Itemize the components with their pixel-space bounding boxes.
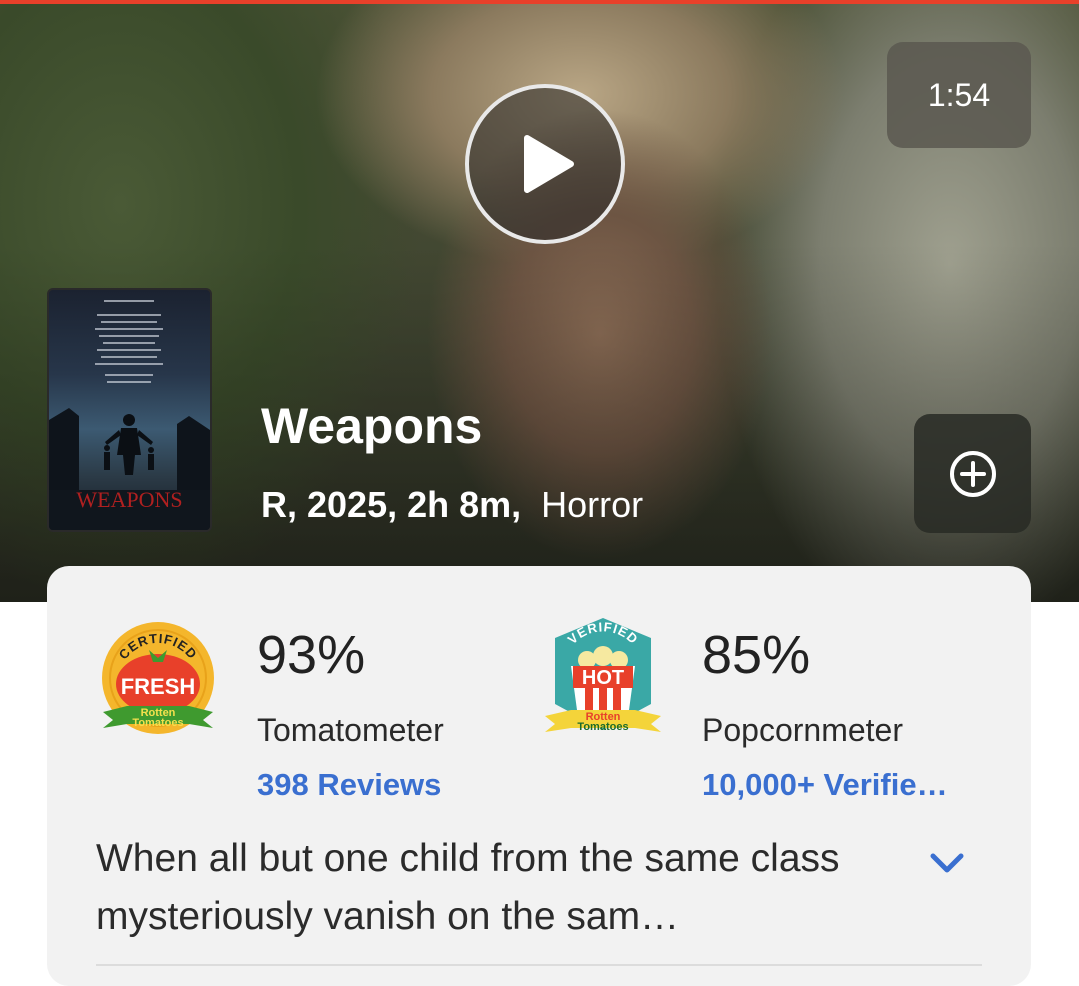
movie-poster[interactable]: WEAPONS [47,288,212,532]
popcornmeter-ratings-link[interactable]: 10,000+ Verifie… [702,767,948,803]
hot-badge-main-text: HOT [582,667,624,689]
play-icon [524,135,574,193]
card-divider [96,964,982,966]
scores-card: CERTIFIED FRESH Rotten Tomatoes 93% Toma… [47,566,1031,986]
movie-genre: Horror [541,484,644,525]
tomatometer-label: Tomatometer [257,712,444,748]
synopsis-text[interactable]: When all but one child from the same cla… [96,830,866,946]
verified-hot-icon: VERIFIED HOT Rotten Tomatoes [545,618,661,733]
movie-title: Weapons [261,398,483,454]
plus-circle-icon [949,450,996,497]
chevron-down-icon[interactable] [927,848,967,878]
movie-meta: R, 2025, 2h 8m, Horror [261,484,643,526]
popcornmeter-label: Popcornmeter [702,712,903,748]
movie-rating-year-runtime: R, 2025, 2h 8m, [261,484,522,525]
popcornmeter-score: 85% [702,625,811,685]
certified-fresh-icon: CERTIFIED FRESH Rotten Tomatoes [102,622,214,734]
video-duration: 1:54 [887,42,1031,148]
trailer-hero[interactable]: 1:54 WEAPONS Weapons R, 2025, 2h 8m, Hor… [0,4,1079,602]
tomatometer-reviews-link[interactable]: 398 Reviews [257,767,441,803]
play-button[interactable] [465,84,625,244]
fresh-badge-main-text: FRESH [121,674,196,699]
hot-badge-brand-2: Tomatoes [577,721,628,733]
add-to-watchlist-button[interactable] [914,414,1031,533]
fresh-badge-brand-2: Tomatoes [132,717,183,729]
tomatometer-score: 93% [257,625,366,685]
poster-title-text: WEAPONS [76,487,183,512]
